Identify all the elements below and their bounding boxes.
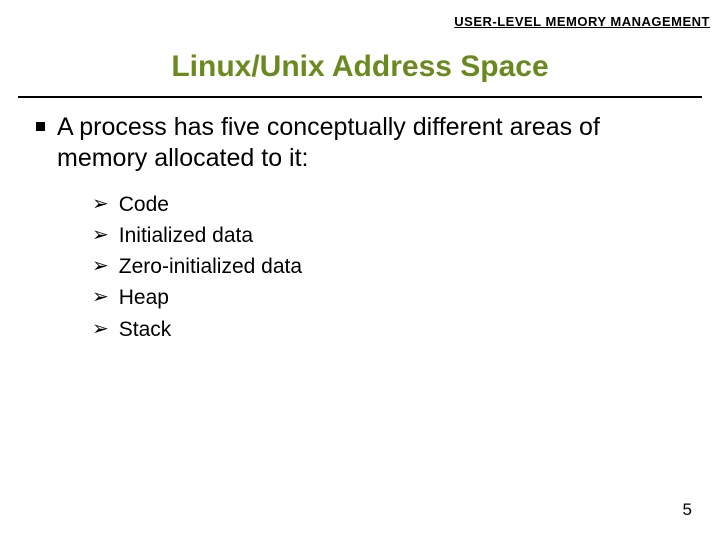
- slide-title: Linux/Unix Address Space: [0, 50, 720, 84]
- list-item-label: Code: [119, 191, 169, 218]
- list-item-label: Initialized data: [119, 222, 253, 249]
- list-item: ➢ Heap: [92, 284, 690, 311]
- arrow-bullet-icon: ➢: [92, 284, 109, 310]
- page-number: 5: [683, 500, 692, 520]
- list-item: ➢ Initialized data: [92, 222, 690, 249]
- bullet-text: A process has five conceptually differen…: [57, 112, 690, 175]
- arrow-bullet-icon: ➢: [92, 222, 109, 248]
- arrow-bullet-icon: ➢: [92, 316, 109, 342]
- list-item: ➢ Zero-initialized data: [92, 253, 690, 280]
- arrow-bullet-icon: ➢: [92, 191, 109, 217]
- slide-body: A process has five conceptually differen…: [36, 112, 690, 347]
- bullet-item: A process has five conceptually differen…: [36, 112, 690, 175]
- title-divider: [18, 96, 702, 98]
- sub-bullet-list: ➢ Code ➢ Initialized data ➢ Zero-initial…: [92, 191, 690, 343]
- section-header-label: USER-LEVEL MEMORY MANAGEMENT: [454, 14, 710, 29]
- list-item: ➢ Stack: [92, 316, 690, 343]
- square-bullet-icon: [36, 122, 45, 131]
- list-item-label: Heap: [119, 284, 169, 311]
- list-item-label: Stack: [119, 316, 172, 343]
- list-item: ➢ Code: [92, 191, 690, 218]
- arrow-bullet-icon: ➢: [92, 253, 109, 279]
- list-item-label: Zero-initialized data: [119, 253, 302, 280]
